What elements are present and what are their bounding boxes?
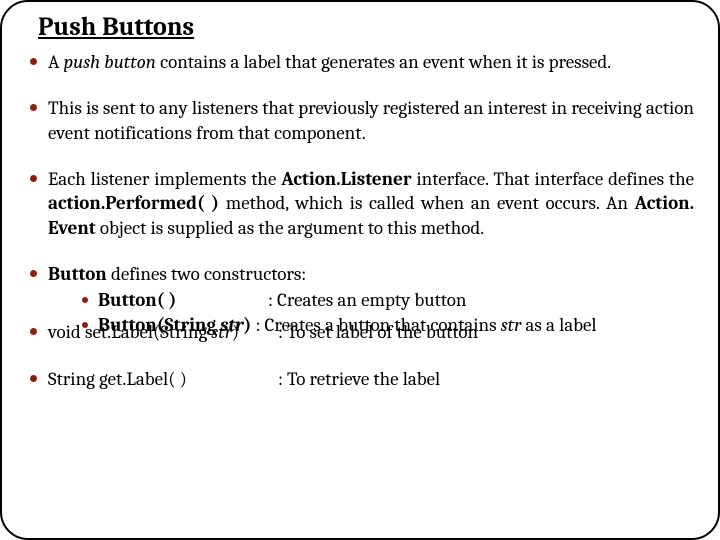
sub-item-1: Button( ) : Creates an empty button — [82, 288, 694, 313]
text: defines two constructors: — [107, 263, 307, 285]
slide-title: Push Buttons — [38, 12, 694, 42]
bullet-1: A push button contains a label that gene… — [30, 50, 694, 74]
bullet-3: Each listener implements the Action.List… — [30, 167, 694, 240]
text: Each listener implements the — [48, 168, 281, 190]
bullet-5: void set.Label(String str) : To set labe… — [30, 320, 694, 344]
method-name: action.Performed( ) — [48, 192, 219, 214]
text: object is supplied as the argument to th… — [96, 217, 484, 239]
emphasis: push button — [64, 51, 156, 73]
text: method, which is called when an event oc… — [219, 192, 634, 214]
bullet-list-tail: void set.Label(String str) : To set labe… — [26, 320, 694, 391]
description: : To set label of the button — [278, 320, 478, 344]
class-name: Action.Listener — [281, 168, 411, 190]
slide: Push Buttons A push button contains a la… — [0, 0, 720, 540]
text: A — [48, 51, 64, 73]
text: contains a label that generates an event… — [156, 51, 611, 73]
text: This is sent to any listeners that previ… — [48, 97, 694, 143]
bullet-2: This is sent to any listeners that previ… — [30, 96, 694, 145]
text: interface. That interface defines the — [411, 168, 694, 190]
description: : To retrieve the label — [278, 367, 440, 391]
bullet-list: A push button contains a label that gene… — [26, 50, 694, 338]
signature: Button( ) — [98, 289, 176, 311]
description: : Creates an empty button — [268, 288, 467, 313]
class-name: Button — [48, 263, 107, 285]
bullet-6: String get.Label( ) : To retrieve the la… — [30, 367, 694, 391]
signature: void set.Label(String str) — [48, 320, 278, 344]
signature: String get.Label( ) — [48, 367, 278, 391]
